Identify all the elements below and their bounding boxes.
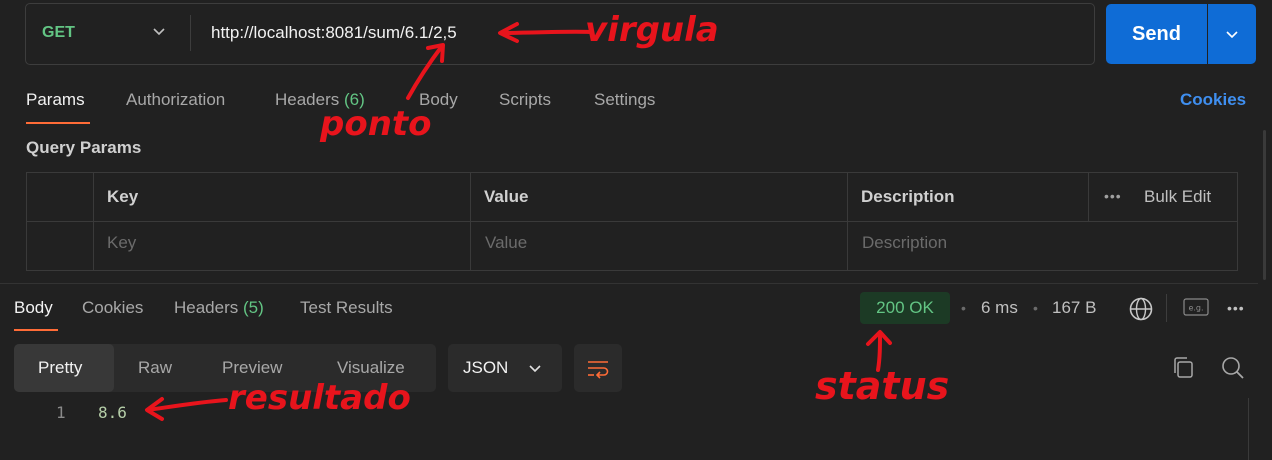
table-row-divider: [26, 221, 1238, 222]
chevron-down-icon[interactable]: [150, 22, 168, 40]
tab-test-results[interactable]: Test Results: [300, 298, 393, 318]
more-horizontal-icon[interactable]: •••: [1227, 300, 1245, 316]
wrap-lines-icon: [588, 361, 609, 379]
svg-text:e.g.: e.g.: [1188, 304, 1203, 313]
query-params-title: Query Params: [26, 138, 142, 157]
editor-scrollbar[interactable]: [1248, 398, 1249, 460]
response-value: 8.6: [98, 403, 127, 422]
tab-response-body[interactable]: Body: [14, 298, 53, 318]
tab-response-cookies[interactable]: Cookies: [82, 298, 143, 318]
method-divider: [190, 15, 191, 51]
format-preview[interactable]: Preview: [222, 358, 282, 378]
send-options-button[interactable]: [1208, 4, 1256, 64]
toolbar-divider: [1166, 294, 1167, 322]
annotation-ponto: ponto: [320, 104, 432, 144]
separator-dot: •: [1033, 300, 1038, 316]
status-badge[interactable]: 200 OK: [860, 292, 950, 324]
bulk-edit-button[interactable]: Bulk Edit: [1144, 187, 1211, 207]
tab-scripts[interactable]: Scripts: [499, 90, 551, 110]
format-raw[interactable]: Raw: [138, 358, 172, 378]
column-header-value: Value: [484, 187, 529, 206]
annotation-resultado: resultado: [228, 378, 411, 418]
language-select-label: JSON: [463, 358, 509, 377]
tab-response-headers[interactable]: Headers (5): [174, 298, 264, 318]
arrow-annotation-ponto: [406, 43, 445, 100]
example-icon[interactable]: e.g.: [1183, 298, 1209, 318]
pane-divider[interactable]: [0, 283, 1258, 284]
chevron-down-icon: [529, 365, 541, 373]
tab-response-headers-label: Headers: [174, 298, 239, 317]
cookies-link[interactable]: Cookies: [1180, 90, 1246, 110]
column-header-description: Description: [861, 187, 955, 206]
annotation-status: status: [815, 364, 950, 408]
tab-params[interactable]: Params: [26, 90, 85, 110]
globe-icon[interactable]: [1128, 296, 1154, 322]
chevron-down-icon: [1226, 31, 1238, 39]
wrap-lines-button[interactable]: [574, 344, 622, 392]
tab-active-indicator: [26, 122, 90, 124]
response-headers-count: (5): [243, 298, 264, 317]
arrow-annotation-virgula: [498, 22, 592, 43]
separator-dot: •: [961, 300, 966, 316]
value-input[interactable]: Value: [485, 233, 527, 253]
format-pretty[interactable]: Pretty: [38, 358, 82, 378]
method-select[interactable]: GET: [42, 24, 75, 42]
more-horizontal-icon[interactable]: •••: [1104, 188, 1122, 204]
scrollbar[interactable]: [1263, 130, 1266, 280]
line-number: 1: [56, 403, 66, 422]
send-button[interactable]: Send: [1106, 4, 1207, 64]
tab-active-indicator: [14, 329, 58, 331]
response-time[interactable]: 6 ms: [981, 298, 1018, 318]
annotation-virgula: virgula: [585, 10, 719, 50]
tab-settings[interactable]: Settings: [594, 90, 655, 110]
key-input[interactable]: Key: [107, 233, 136, 253]
tab-authorization[interactable]: Authorization: [126, 90, 225, 110]
format-visualize[interactable]: Visualize: [337, 358, 405, 378]
arrow-annotation-resultado: [145, 397, 228, 421]
copy-icon[interactable]: [1171, 355, 1197, 381]
table-col-divider: [1088, 172, 1089, 221]
description-input[interactable]: Description: [862, 233, 947, 253]
column-header-key: Key: [107, 187, 139, 206]
search-icon[interactable]: [1219, 354, 1247, 382]
response-size[interactable]: 167 B: [1052, 298, 1096, 318]
